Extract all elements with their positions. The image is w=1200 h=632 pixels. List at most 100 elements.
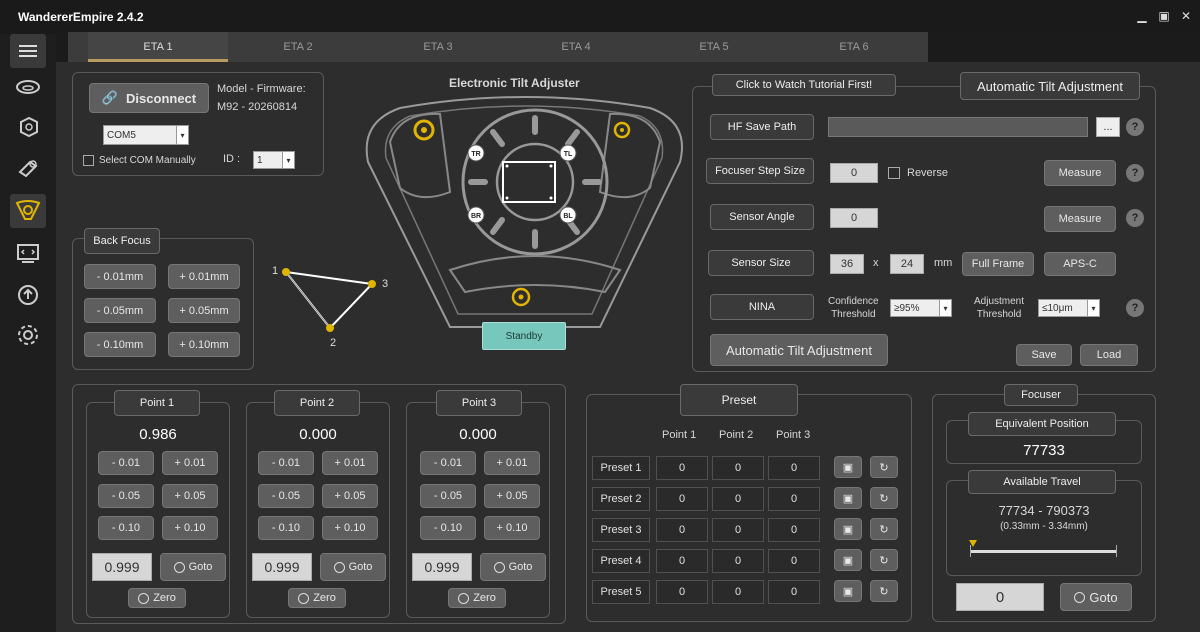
tutorial-button[interactable]: Click to Watch Tutorial First! — [712, 74, 896, 96]
preset-cell[interactable]: 0 — [712, 456, 764, 480]
load-button[interactable]: Load — [1080, 344, 1138, 366]
bf-minus-001-button[interactable]: - 0.01mm — [84, 264, 156, 289]
p1-goto-button[interactable]: Goto — [160, 553, 226, 581]
bf-minus-010-button[interactable]: - 0.10mm — [84, 332, 156, 357]
p3-plus-005-button[interactable]: + 0.05 — [484, 484, 540, 508]
sensor-height-input[interactable]: 24 — [890, 254, 924, 274]
focuser-step-input[interactable]: 0 — [830, 163, 878, 183]
console-icon[interactable] — [10, 236, 46, 270]
tab-eta-1[interactable]: ETA 1 — [88, 32, 228, 62]
bf-minus-005-button[interactable]: - 0.05mm — [84, 298, 156, 323]
preset-cell[interactable]: 0 — [712, 487, 764, 511]
p3-plus-001-button[interactable]: + 0.01 — [484, 451, 540, 475]
menu-icon[interactable] — [10, 34, 46, 68]
p2-minus-001-button[interactable]: - 0.01 — [258, 451, 314, 475]
focuser-icon[interactable] — [10, 150, 46, 184]
minimize-icon[interactable]: ▁ — [1134, 8, 1150, 24]
load-preset-icon[interactable]: ↻ — [870, 456, 898, 478]
p1-plus-001-button[interactable]: + 0.01 — [162, 451, 218, 475]
gear-icon[interactable] — [10, 318, 46, 352]
help-icon[interactable]: ? — [1126, 118, 1144, 136]
focuser-goto-input[interactable]: 0 — [956, 583, 1044, 611]
p1-plus-010-button[interactable]: + 0.10 — [162, 516, 218, 540]
select-com-checkbox[interactable] — [83, 155, 94, 166]
preset-cell[interactable]: 0 — [656, 549, 708, 573]
update-icon[interactable] — [10, 278, 46, 312]
preset-cell[interactable]: 0 — [656, 580, 708, 604]
bf-plus-010-button[interactable]: + 0.10mm — [168, 332, 240, 357]
save-preset-icon[interactable]: ▣ — [834, 549, 862, 571]
focuser-goto-button[interactable]: Goto — [1060, 583, 1132, 611]
p2-minus-005-button[interactable]: - 0.05 — [258, 484, 314, 508]
com-port-select[interactable]: COM5 ▾ — [103, 125, 189, 145]
reverse-checkbox[interactable] — [888, 167, 900, 179]
ring-icon[interactable] — [10, 70, 46, 104]
preset-cell[interactable]: 0 — [656, 487, 708, 511]
help-icon[interactable]: ? — [1126, 164, 1144, 182]
bf-plus-005-button[interactable]: + 0.05mm — [168, 298, 240, 323]
travel-slider-track[interactable] — [970, 550, 1116, 553]
p1-minus-001-button[interactable]: - 0.01 — [98, 451, 154, 475]
save-button[interactable]: Save — [1016, 344, 1072, 366]
load-preset-icon[interactable]: ↻ — [870, 487, 898, 509]
preset-cell[interactable]: 0 — [768, 456, 820, 480]
p3-plus-010-button[interactable]: + 0.10 — [484, 516, 540, 540]
save-preset-icon[interactable]: ▣ — [834, 518, 862, 540]
load-preset-icon[interactable]: ↻ — [870, 518, 898, 540]
p2-goto-input[interactable]: 0.999 — [252, 553, 312, 581]
p3-minus-005-button[interactable]: - 0.05 — [420, 484, 476, 508]
preset-cell[interactable]: 0 — [768, 580, 820, 604]
maximize-icon[interactable]: ▣ — [1156, 8, 1172, 24]
automatic-tilt-button[interactable]: Automatic Tilt Adjustment — [710, 334, 888, 366]
p1-goto-input[interactable]: 0.999 — [92, 553, 152, 581]
full-frame-button[interactable]: Full Frame — [962, 252, 1034, 276]
id-select[interactable]: 1 ▾ — [253, 151, 295, 169]
p2-goto-button[interactable]: Goto — [320, 553, 386, 581]
aps-c-button[interactable]: APS-C — [1044, 252, 1116, 276]
tab-eta-2[interactable]: ETA 2 — [228, 32, 368, 62]
p3-goto-button[interactable]: Goto — [480, 553, 546, 581]
preset-cell[interactable]: 0 — [656, 456, 708, 480]
p2-plus-010-button[interactable]: + 0.10 — [322, 516, 378, 540]
preset-cell[interactable]: 0 — [712, 518, 764, 542]
preset-cell[interactable]: 0 — [768, 518, 820, 542]
tab-eta-5[interactable]: ETA 5 — [644, 32, 784, 62]
p1-minus-005-button[interactable]: - 0.05 — [98, 484, 154, 508]
p1-minus-010-button[interactable]: - 0.10 — [98, 516, 154, 540]
help-icon[interactable]: ? — [1126, 209, 1144, 227]
p2-plus-001-button[interactable]: + 0.01 — [322, 451, 378, 475]
p3-zero-button[interactable]: Zero — [448, 588, 506, 608]
load-preset-icon[interactable]: ↻ — [870, 549, 898, 571]
hf-save-path-input[interactable] — [828, 117, 1088, 137]
preset-cell[interactable]: 0 — [712, 580, 764, 604]
tab-eta-3[interactable]: ETA 3 — [368, 32, 508, 62]
preset-cell[interactable]: 0 — [768, 549, 820, 573]
adjustment-threshold-select[interactable]: ≤10μm ▾ — [1038, 299, 1100, 317]
bf-plus-001-button[interactable]: + 0.01mm — [168, 264, 240, 289]
p2-plus-005-button[interactable]: + 0.05 — [322, 484, 378, 508]
measure-angle-button[interactable]: Measure — [1044, 206, 1116, 232]
load-preset-icon[interactable]: ↻ — [870, 580, 898, 602]
tab-eta-6[interactable]: ETA 6 — [784, 32, 924, 62]
disconnect-button[interactable]: 🔗 Disconnect — [89, 83, 209, 113]
browse-button[interactable]: ... — [1096, 117, 1120, 137]
p2-zero-button[interactable]: Zero — [288, 588, 346, 608]
preset-cell[interactable]: 0 — [656, 518, 708, 542]
preset-cell[interactable]: 0 — [712, 549, 764, 573]
p2-minus-010-button[interactable]: - 0.10 — [258, 516, 314, 540]
preset-cell[interactable]: 0 — [768, 487, 820, 511]
p1-plus-005-button[interactable]: + 0.05 — [162, 484, 218, 508]
help-icon[interactable]: ? — [1126, 299, 1144, 317]
tab-eta-4[interactable]: ETA 4 — [506, 32, 646, 62]
p3-minus-010-button[interactable]: - 0.10 — [420, 516, 476, 540]
p3-minus-001-button[interactable]: - 0.01 — [420, 451, 476, 475]
filter-box-icon[interactable] — [10, 110, 46, 144]
p1-zero-button[interactable]: Zero — [128, 588, 186, 608]
travel-slider-thumb[interactable] — [968, 540, 977, 547]
confidence-threshold-select[interactable]: ≥95% ▾ — [890, 299, 952, 317]
sensor-width-input[interactable]: 36 — [830, 254, 864, 274]
save-preset-icon[interactable]: ▣ — [834, 487, 862, 509]
p3-goto-input[interactable]: 0.999 — [412, 553, 472, 581]
save-preset-icon[interactable]: ▣ — [834, 456, 862, 478]
tilt-adjuster-icon[interactable] — [10, 194, 46, 228]
